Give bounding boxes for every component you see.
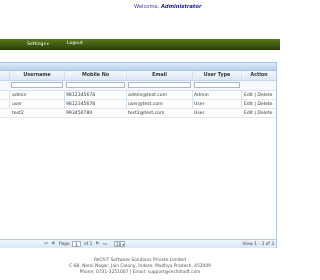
action-separator: |: [254, 110, 256, 116]
cell-email: admin@test.com: [128, 92, 168, 98]
records-view-text: View 1 - 3 of 3: [242, 241, 274, 247]
page-size-select[interactable]: 20▾: [114, 241, 125, 247]
action-separator: |: [254, 101, 256, 107]
chevron-down-icon: ▾: [122, 243, 125, 247]
prev-page-icon[interactable]: ◀: [51, 241, 55, 246]
column-header-action: Action: [250, 73, 268, 78]
users-grid: Username Mobile No Email User Type Actio…: [0, 62, 277, 248]
cell-mobile: 9812345678: [66, 92, 96, 98]
cell-action: Edit | Delete: [244, 93, 273, 98]
delete-link[interactable]: Delete: [257, 111, 272, 116]
welcome-user-name: Administrator: [161, 4, 202, 10]
page-of-label: of 1: [84, 241, 93, 247]
grid-header-row: Username Mobile No Email User Type Actio…: [0, 71, 276, 81]
cell-mobile: 9812345678: [66, 101, 96, 107]
cell-user-type: User: [194, 110, 205, 116]
cell-user-type: User: [194, 101, 205, 107]
chevron-down-icon: ▾: [46, 41, 49, 46]
delete-link[interactable]: Delete: [257, 93, 272, 98]
action-separator: |: [254, 92, 256, 98]
column-header-username[interactable]: Username: [10, 73, 64, 78]
edit-link[interactable]: Edit: [244, 102, 253, 107]
cell-action: Edit | Delete: [244, 102, 273, 107]
table-row[interactable]: user 9812345678 user@test.com User Edit …: [0, 100, 276, 109]
welcome-prefix: Welcome,: [134, 4, 160, 10]
cell-action: Edit | Delete: [244, 111, 273, 116]
filter-email-input[interactable]: [128, 82, 191, 88]
column-header-user-type[interactable]: User Type: [193, 73, 241, 78]
cell-user-type: Admin: [194, 92, 209, 98]
nav-settings-label: Settings: [27, 42, 46, 47]
cell-username: user: [12, 101, 23, 107]
first-page-icon[interactable]: ⏮: [44, 241, 48, 247]
next-page-icon[interactable]: ▶: [96, 241, 100, 246]
filter-mobile-input[interactable]: [66, 82, 125, 88]
filter-user-type-input[interactable]: [194, 82, 240, 88]
column-header-mobile[interactable]: Mobile No: [65, 73, 126, 78]
nav-item-settings[interactable]: Settings▾: [27, 41, 49, 47]
page-number-input[interactable]: 1: [72, 241, 81, 247]
edit-link[interactable]: Edit: [244, 111, 253, 116]
page-label: Page: [59, 241, 70, 247]
main-nav-bar: Settings▾ Logout: [0, 39, 280, 50]
last-page-icon[interactable]: ⏭: [103, 241, 107, 247]
column-header-email[interactable]: Email: [127, 73, 192, 78]
filter-username-input[interactable]: [11, 82, 63, 88]
grid-title-bar: [0, 63, 276, 71]
cell-email: user@test.com: [128, 101, 163, 107]
table-row[interactable]: admin 9812345678 admin@test.com Admin Ed…: [0, 91, 276, 100]
delete-link[interactable]: Delete: [257, 102, 272, 107]
page-footer: ReChiT Software Solutions Private Limite…: [0, 258, 280, 276]
welcome-message: Welcome, Administrator: [134, 4, 202, 10]
cell-username: admin: [12, 92, 27, 98]
footer-contact: Phone: 0731-3251007 | Email: support@rec…: [79, 270, 201, 275]
cell-email: test2@test.com: [128, 110, 165, 116]
table-row[interactable]: test2 993456780 test2@test.com User Edit…: [0, 109, 276, 118]
grid-filter-row: [0, 81, 276, 91]
page-size-value: 20: [116, 242, 122, 247]
nav-item-logout[interactable]: Logout: [67, 41, 83, 46]
grid-pager: ⏮ ◀ Page 1 of 1 ▶ ⏭ 20▾ View 1 - 3 of 3: [0, 239, 276, 248]
cell-mobile: 993456780: [66, 110, 93, 116]
edit-link[interactable]: Edit: [244, 93, 253, 98]
cell-username: test2: [12, 110, 24, 116]
